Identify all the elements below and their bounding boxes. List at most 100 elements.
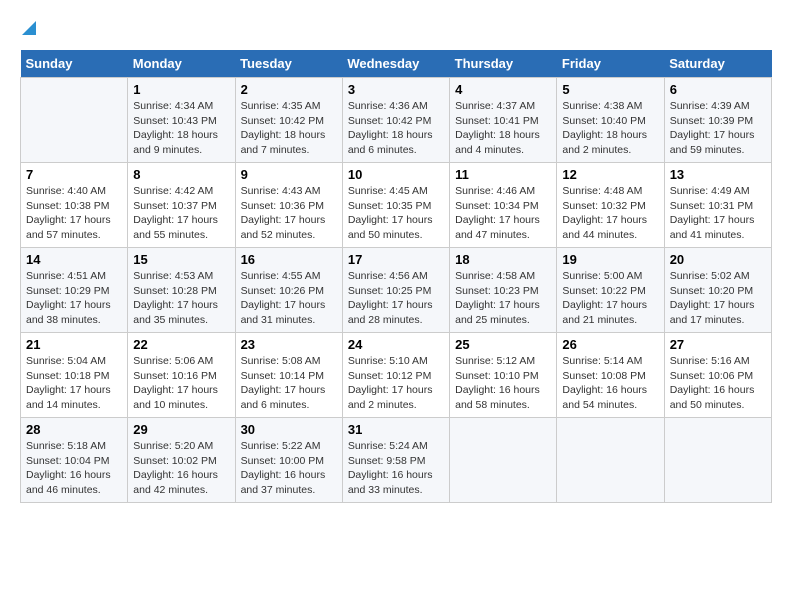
calendar-cell: 27 Sunrise: 5:16 AMSunset: 10:06 PMDayli… <box>664 333 771 418</box>
calendar-cell: 28 Sunrise: 5:18 AMSunset: 10:04 PMDayli… <box>21 418 128 503</box>
day-number: 1 <box>133 82 229 97</box>
calendar-cell: 29 Sunrise: 5:20 AMSunset: 10:02 PMDayli… <box>128 418 235 503</box>
day-info: Sunrise: 5:04 AMSunset: 10:18 PMDaylight… <box>26 354 122 413</box>
day-info: Sunrise: 4:48 AMSunset: 10:32 PMDaylight… <box>562 184 658 243</box>
calendar-cell: 18 Sunrise: 4:58 AMSunset: 10:23 PMDayli… <box>450 248 557 333</box>
day-of-week-header: Thursday <box>450 50 557 78</box>
day-info: Sunrise: 5:14 AMSunset: 10:08 PMDaylight… <box>562 354 658 413</box>
day-number: 25 <box>455 337 551 352</box>
day-number: 10 <box>348 167 444 182</box>
day-of-week-header: Monday <box>128 50 235 78</box>
calendar-cell: 16 Sunrise: 4:55 AMSunset: 10:26 PMDayli… <box>235 248 342 333</box>
day-number: 2 <box>241 82 337 97</box>
day-info: Sunrise: 4:36 AMSunset: 10:42 PMDaylight… <box>348 99 444 158</box>
day-number: 28 <box>26 422 122 437</box>
calendar-cell: 7 Sunrise: 4:40 AMSunset: 10:38 PMDaylig… <box>21 163 128 248</box>
calendar-cell: 26 Sunrise: 5:14 AMSunset: 10:08 PMDayli… <box>557 333 664 418</box>
day-number: 29 <box>133 422 229 437</box>
day-number: 14 <box>26 252 122 267</box>
calendar-cell: 21 Sunrise: 5:04 AMSunset: 10:18 PMDayli… <box>21 333 128 418</box>
calendar-cell: 6 Sunrise: 4:39 AMSunset: 10:39 PMDaylig… <box>664 78 771 163</box>
day-info: Sunrise: 4:49 AMSunset: 10:31 PMDaylight… <box>670 184 766 243</box>
day-number: 23 <box>241 337 337 352</box>
calendar-cell: 8 Sunrise: 4:42 AMSunset: 10:37 PMDaylig… <box>128 163 235 248</box>
calendar-cell: 15 Sunrise: 4:53 AMSunset: 10:28 PMDayli… <box>128 248 235 333</box>
day-info: Sunrise: 5:08 AMSunset: 10:14 PMDaylight… <box>241 354 337 413</box>
day-number: 11 <box>455 167 551 182</box>
day-number: 19 <box>562 252 658 267</box>
calendar-cell: 9 Sunrise: 4:43 AMSunset: 10:36 PMDaylig… <box>235 163 342 248</box>
day-number: 12 <box>562 167 658 182</box>
day-info: Sunrise: 5:20 AMSunset: 10:02 PMDaylight… <box>133 439 229 498</box>
calendar-cell <box>664 418 771 503</box>
day-number: 18 <box>455 252 551 267</box>
day-info: Sunrise: 5:02 AMSunset: 10:20 PMDaylight… <box>670 269 766 328</box>
calendar-cell: 31 Sunrise: 5:24 AMSunset: 9:58 PMDaylig… <box>342 418 449 503</box>
day-number: 3 <box>348 82 444 97</box>
day-info: Sunrise: 5:06 AMSunset: 10:16 PMDaylight… <box>133 354 229 413</box>
day-info: Sunrise: 4:39 AMSunset: 10:39 PMDaylight… <box>670 99 766 158</box>
day-info: Sunrise: 5:18 AMSunset: 10:04 PMDaylight… <box>26 439 122 498</box>
calendar-cell: 12 Sunrise: 4:48 AMSunset: 10:32 PMDayli… <box>557 163 664 248</box>
page-header <box>20 20 772 40</box>
day-info: Sunrise: 4:37 AMSunset: 10:41 PMDaylight… <box>455 99 551 158</box>
calendar-cell: 3 Sunrise: 4:36 AMSunset: 10:42 PMDaylig… <box>342 78 449 163</box>
day-info: Sunrise: 4:34 AMSunset: 10:43 PMDaylight… <box>133 99 229 158</box>
logo <box>20 20 36 40</box>
calendar-cell: 20 Sunrise: 5:02 AMSunset: 10:20 PMDayli… <box>664 248 771 333</box>
day-info: Sunrise: 5:10 AMSunset: 10:12 PMDaylight… <box>348 354 444 413</box>
day-info: Sunrise: 5:16 AMSunset: 10:06 PMDaylight… <box>670 354 766 413</box>
calendar-cell: 13 Sunrise: 4:49 AMSunset: 10:31 PMDayli… <box>664 163 771 248</box>
day-info: Sunrise: 4:43 AMSunset: 10:36 PMDaylight… <box>241 184 337 243</box>
calendar-cell: 23 Sunrise: 5:08 AMSunset: 10:14 PMDayli… <box>235 333 342 418</box>
day-number: 30 <box>241 422 337 437</box>
day-number: 22 <box>133 337 229 352</box>
day-number: 31 <box>348 422 444 437</box>
day-info: Sunrise: 4:40 AMSunset: 10:38 PMDaylight… <box>26 184 122 243</box>
calendar-cell: 14 Sunrise: 4:51 AMSunset: 10:29 PMDayli… <box>21 248 128 333</box>
day-number: 5 <box>562 82 658 97</box>
day-info: Sunrise: 4:58 AMSunset: 10:23 PMDaylight… <box>455 269 551 328</box>
day-info: Sunrise: 4:51 AMSunset: 10:29 PMDaylight… <box>26 269 122 328</box>
day-number: 15 <box>133 252 229 267</box>
day-info: Sunrise: 4:35 AMSunset: 10:42 PMDaylight… <box>241 99 337 158</box>
calendar-cell: 10 Sunrise: 4:45 AMSunset: 10:35 PMDayli… <box>342 163 449 248</box>
calendar-cell: 25 Sunrise: 5:12 AMSunset: 10:10 PMDayli… <box>450 333 557 418</box>
day-info: Sunrise: 4:38 AMSunset: 10:40 PMDaylight… <box>562 99 658 158</box>
day-info: Sunrise: 4:42 AMSunset: 10:37 PMDaylight… <box>133 184 229 243</box>
day-number: 24 <box>348 337 444 352</box>
calendar-cell: 19 Sunrise: 5:00 AMSunset: 10:22 PMDayli… <box>557 248 664 333</box>
calendar-cell: 1 Sunrise: 4:34 AMSunset: 10:43 PMDaylig… <box>128 78 235 163</box>
day-number: 21 <box>26 337 122 352</box>
day-of-week-header: Wednesday <box>342 50 449 78</box>
day-info: Sunrise: 4:46 AMSunset: 10:34 PMDaylight… <box>455 184 551 243</box>
day-of-week-header: Tuesday <box>235 50 342 78</box>
day-number: 6 <box>670 82 766 97</box>
day-of-week-header: Saturday <box>664 50 771 78</box>
calendar-table: SundayMondayTuesdayWednesdayThursdayFrid… <box>20 50 772 503</box>
day-info: Sunrise: 4:55 AMSunset: 10:26 PMDaylight… <box>241 269 337 328</box>
calendar-cell <box>21 78 128 163</box>
logo-triangle-icon <box>22 21 36 40</box>
day-info: Sunrise: 4:56 AMSunset: 10:25 PMDaylight… <box>348 269 444 328</box>
day-number: 7 <box>26 167 122 182</box>
calendar-cell: 30 Sunrise: 5:22 AMSunset: 10:00 PMDayli… <box>235 418 342 503</box>
day-number: 4 <box>455 82 551 97</box>
calendar-cell: 4 Sunrise: 4:37 AMSunset: 10:41 PMDaylig… <box>450 78 557 163</box>
day-info: Sunrise: 4:45 AMSunset: 10:35 PMDaylight… <box>348 184 444 243</box>
day-info: Sunrise: 5:22 AMSunset: 10:00 PMDaylight… <box>241 439 337 498</box>
day-number: 20 <box>670 252 766 267</box>
calendar-cell: 17 Sunrise: 4:56 AMSunset: 10:25 PMDayli… <box>342 248 449 333</box>
calendar-cell <box>557 418 664 503</box>
day-number: 13 <box>670 167 766 182</box>
day-info: Sunrise: 5:12 AMSunset: 10:10 PMDaylight… <box>455 354 551 413</box>
calendar-cell: 22 Sunrise: 5:06 AMSunset: 10:16 PMDayli… <box>128 333 235 418</box>
day-of-week-header: Friday <box>557 50 664 78</box>
day-info: Sunrise: 4:53 AMSunset: 10:28 PMDaylight… <box>133 269 229 328</box>
day-number: 17 <box>348 252 444 267</box>
day-of-week-header: Sunday <box>21 50 128 78</box>
day-info: Sunrise: 5:00 AMSunset: 10:22 PMDaylight… <box>562 269 658 328</box>
calendar-cell: 5 Sunrise: 4:38 AMSunset: 10:40 PMDaylig… <box>557 78 664 163</box>
calendar-cell <box>450 418 557 503</box>
day-info: Sunrise: 5:24 AMSunset: 9:58 PMDaylight:… <box>348 439 444 498</box>
